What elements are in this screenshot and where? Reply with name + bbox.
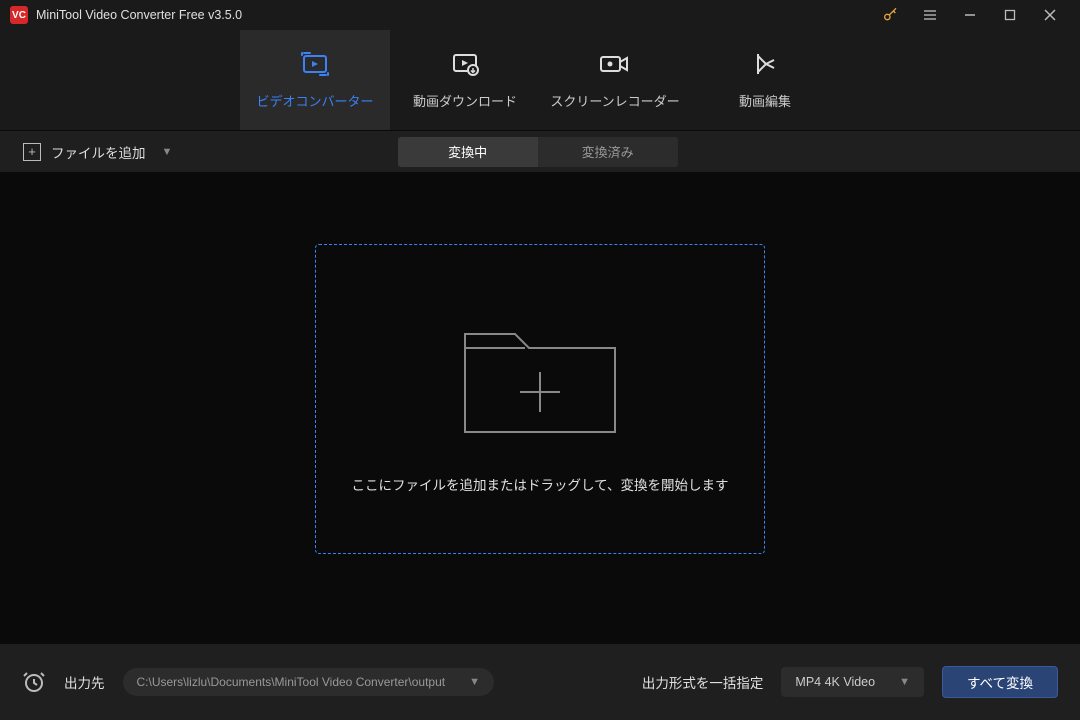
subbar: + ファイルを追加 ▼ 変換中 変換済み [0,130,1080,174]
tab-video-edit[interactable]: 動画編集 [690,30,840,130]
chevron-down-icon: ▼ [899,676,910,688]
add-file-plus-icon: + [23,143,41,161]
tab-label: ビデオコンバーター [256,91,373,110]
dropzone[interactable]: ここにファイルを追加またはドラッグして、変換を開始します [315,244,765,554]
tab-label: 動画ダウンロード [413,91,517,110]
clock-icon[interactable] [22,670,46,694]
folder-plus-icon [455,304,625,444]
convert-all-button[interactable]: すべて変換 [942,666,1058,698]
output-dest-label: 出力先 [64,672,105,692]
menu-icon[interactable] [910,0,950,30]
status-segmented: 変換中 変換済み [398,137,678,167]
tab-screen-recorder[interactable]: スクリーンレコーダー [540,30,690,130]
bottombar: 出力先 C:\Users\lizlu\Documents\MiniTool Vi… [0,644,1080,720]
titlebar: VC MiniTool Video Converter Free v3.5.0 [0,0,1080,30]
app-logo-icon: VC [10,6,28,24]
app-title: MiniTool Video Converter Free v3.5.0 [36,8,242,22]
output-path-value: C:\Users\lizlu\Documents\MiniTool Video … [137,675,446,689]
recorder-icon [598,51,632,77]
add-file-button[interactable]: + ファイルを追加 ▼ [15,136,180,168]
key-icon[interactable] [870,0,910,30]
output-format-label: 出力形式を一括指定 [642,672,764,692]
dropzone-hint: ここにファイルを追加またはドラッグして、変換を開始します [352,474,729,494]
chevron-down-icon: ▼ [162,146,173,158]
output-format-select[interactable]: MP4 4K Video ▼ [781,667,924,697]
download-icon [450,51,480,77]
edit-icon [752,51,778,77]
converter-icon [300,51,330,77]
add-file-label: ファイルを追加 [51,142,146,162]
close-button[interactable] [1030,0,1070,30]
segment-converting[interactable]: 変換中 [398,137,538,167]
tab-label: スクリーンレコーダー [550,91,679,110]
tab-video-converter[interactable]: ビデオコンバーター [240,30,390,130]
workspace: ここにファイルを追加またはドラッグして、変換を開始します [0,174,1080,644]
tab-label: 動画編集 [739,91,791,110]
tab-video-download[interactable]: 動画ダウンロード [390,30,540,130]
output-path-select[interactable]: C:\Users\lizlu\Documents\MiniTool Video … [123,668,494,696]
maximize-button[interactable] [990,0,1030,30]
main-tabs: ビデオコンバーター 動画ダウンロード スクリーンレコーダー 動画編集 [0,30,1080,130]
minimize-button[interactable] [950,0,990,30]
segment-converted[interactable]: 変換済み [538,137,678,167]
output-format-value: MP4 4K Video [795,675,875,689]
chevron-down-icon: ▼ [469,676,480,688]
